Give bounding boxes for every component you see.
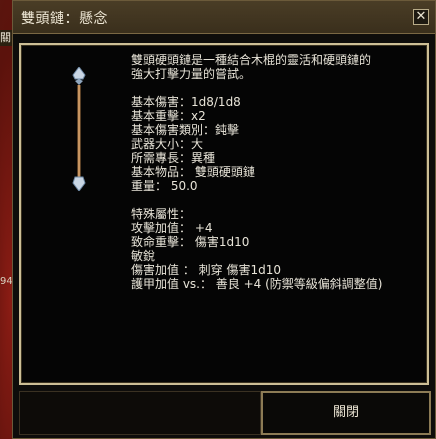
property-header: 特殊屬性： bbox=[131, 207, 192, 221]
close-icon[interactable]: ✕ bbox=[413, 9, 429, 25]
background-side-number: 94 bbox=[0, 276, 13, 287]
property-critical: 致命重擊： 傷害1d10 bbox=[131, 235, 250, 249]
item-description-block: 雙頭硬頭鏈是一種結合木棍的靈活和硬頭鏈的 強大打擊力量的嘗試。 基本傷害：1d8… bbox=[131, 53, 423, 291]
property-attack-bonus: 攻擊加值： +4 bbox=[131, 221, 213, 235]
stat-damage-type: 基本傷害類別：鈍擊 bbox=[131, 123, 240, 137]
window-titlebar[interactable]: 雙頭鏈：懸念 ✕ bbox=[13, 1, 435, 34]
description-line: 強大打擊力量的嘗試。 bbox=[131, 67, 252, 81]
window-title: 雙頭鏈：懸念 bbox=[21, 11, 108, 27]
stat-weapon-size: 武器大小：大 bbox=[131, 137, 204, 151]
double-headed-flail-icon bbox=[72, 67, 86, 191]
stat-base-critical: 基本重擊：x2 bbox=[131, 109, 206, 123]
item-examine-window: 雙頭鏈：懸念 ✕ 雙頭硬頭鏈是一種結合木棍的靈活和硬頭鏈的 強大打擊力量的嘗試。… bbox=[12, 0, 436, 439]
property-keen: 敏銳 bbox=[131, 249, 156, 263]
item-info-panel: 雙頭硬頭鏈是一種結合木棍的靈活和硬頭鏈的 強大打擊力量的嘗試。 基本傷害：1d8… bbox=[19, 43, 429, 385]
property-damage-bonus: 傷害加值 ： 刺穿 傷害1d10 bbox=[131, 263, 281, 277]
description-line: 雙頭硬頭鏈是一種結合木棍的靈活和硬頭鏈的 bbox=[131, 53, 372, 67]
stat-base-damage: 基本傷害：1d8/1d8 bbox=[131, 95, 241, 109]
stat-base-item: 基本物品： 雙頭硬頭鏈 bbox=[131, 165, 255, 179]
property-ac-bonus: 護甲加值 vs.： 善良 +4 (防禦等級偏斜調整值) bbox=[131, 277, 383, 291]
stat-required-feat: 所需專長：異種 bbox=[131, 151, 216, 165]
stat-weight: 重量： 50.0 bbox=[131, 179, 198, 193]
footer-empty-panel bbox=[19, 391, 261, 435]
close-button[interactable]: 關閉 bbox=[261, 391, 431, 435]
